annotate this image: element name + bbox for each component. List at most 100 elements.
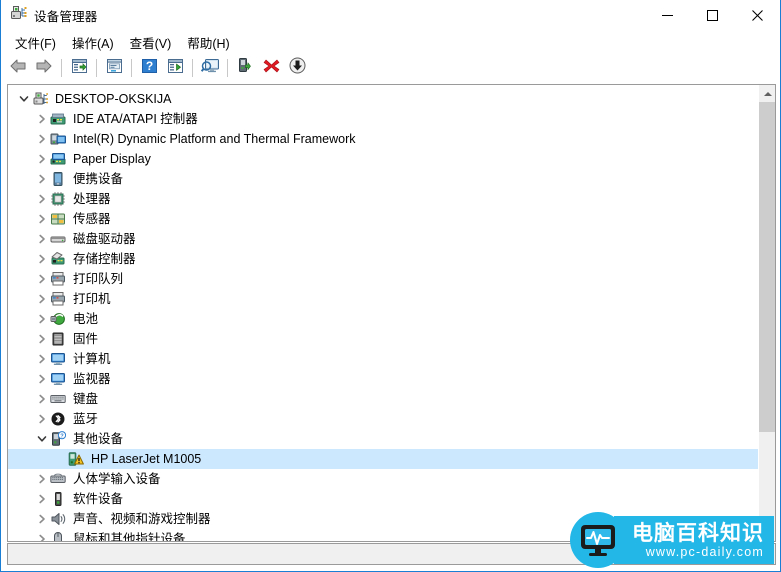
chevron-right-icon[interactable]	[34, 151, 50, 167]
tree-row[interactable]: 声音、视频和游戏控制器	[8, 509, 758, 529]
chevron-right-icon[interactable]	[34, 371, 50, 387]
chevron-right-icon[interactable]	[34, 231, 50, 247]
chevron-right-icon[interactable]	[34, 291, 50, 307]
menu-file[interactable]: 文件(F)	[7, 31, 64, 54]
tree-row-label: 打印机	[73, 292, 111, 306]
add-device-icon	[237, 57, 254, 79]
tree-row[interactable]: 打印队列	[8, 269, 758, 289]
menu-bar: 文件(F) 操作(A) 查看(V) 帮助(H)	[1, 31, 780, 53]
tree-row[interactable]: Intel(R) Dynamic Platform and Thermal Fr…	[8, 129, 758, 149]
menu-action[interactable]: 操作(A)	[64, 31, 122, 54]
thermal-framework-icon	[50, 131, 66, 147]
update-driver-button[interactable]	[101, 56, 127, 80]
toolbar-separator	[96, 59, 97, 77]
chevron-right-icon[interactable]	[34, 531, 50, 541]
vertical-scrollbar[interactable]	[758, 85, 775, 541]
toolbar-separator	[192, 59, 193, 77]
close-button[interactable]	[735, 0, 780, 31]
tree-panel: DESKTOP-OKSKIJA IDE ATA/ATAPI 控制器 Intel(R)…	[7, 84, 776, 542]
tree-row[interactable]: 键盘	[8, 389, 758, 409]
chevron-right-icon[interactable]	[34, 351, 50, 367]
tree-row-label: 人体学输入设备	[73, 472, 161, 486]
tree-row[interactable]: 便携设备	[8, 169, 758, 189]
scrollbar-up-button[interactable]	[759, 85, 775, 102]
firmware-icon	[50, 331, 66, 347]
chevron-down-icon[interactable]	[16, 91, 32, 107]
chevron-right-icon[interactable]	[34, 191, 50, 207]
tree-row[interactable]: 处理器	[8, 189, 758, 209]
chevron-right-icon[interactable]	[34, 271, 50, 287]
tree-row-label: 磁盘驱动器	[73, 232, 136, 246]
tree-row[interactable]: Paper Display	[8, 149, 758, 169]
print-queue-icon	[50, 271, 66, 287]
tree-row[interactable]: 计算机	[8, 349, 758, 369]
tree-root-row[interactable]: DESKTOP-OKSKIJA	[8, 89, 758, 109]
tree-row[interactable]: 鼠标和其他指针设备	[8, 529, 758, 541]
chevron-right-icon[interactable]	[34, 311, 50, 327]
minimize-button[interactable]	[645, 0, 690, 31]
help-button[interactable]: ?	[136, 56, 162, 80]
show-hidden-icon	[167, 58, 184, 79]
arrow-right-icon	[35, 58, 53, 79]
chevron-right-icon[interactable]	[34, 491, 50, 507]
forward-button[interactable]	[31, 56, 57, 80]
svg-text:?: ?	[60, 433, 64, 439]
tree-row[interactable]: IDE ATA/ATAPI 控制器	[8, 109, 758, 129]
add-legacy-hardware-button[interactable]	[232, 56, 258, 80]
computer-icon	[50, 351, 66, 367]
chevron-right-icon[interactable]	[34, 111, 50, 127]
tree-row[interactable]: ? 其他设备	[8, 429, 758, 449]
tree-row[interactable]: HP LaserJet M1005	[8, 449, 758, 469]
tree-row[interactable]: 打印机	[8, 289, 758, 309]
tree-row[interactable]: 蓝牙	[8, 409, 758, 429]
menu-view[interactable]: 查看(V)	[122, 31, 180, 54]
tree-row-label: 声音、视频和游戏控制器	[73, 512, 211, 526]
chevron-right-icon[interactable]	[34, 511, 50, 527]
other-devices-icon: ?	[50, 431, 66, 447]
keyboard-icon	[50, 391, 66, 407]
show-hidden-devices-button[interactable]	[162, 56, 188, 80]
tree-row[interactable]: 监视器	[8, 369, 758, 389]
scan-hardware-changes-button[interactable]	[197, 56, 223, 80]
properties-button[interactable]	[66, 56, 92, 80]
tree-row[interactable]: 电池	[8, 309, 758, 329]
maximize-button[interactable]	[690, 0, 735, 31]
chevron-right-icon[interactable]	[34, 131, 50, 147]
arrow-left-icon	[9, 58, 27, 79]
chevron-down-icon[interactable]	[34, 431, 50, 447]
chevron-right-icon[interactable]	[34, 391, 50, 407]
tree-row[interactable]: 固件	[8, 329, 758, 349]
menu-help[interactable]: 帮助(H)	[179, 31, 237, 54]
device-manager-window: 设备管理器 文件(F) 操作(A) 查看(V) 帮助(H) ? DESKTOP-…	[0, 0, 781, 572]
tree-row[interactable]: 软件设备	[8, 489, 758, 509]
uninstall-device-button[interactable]	[258, 56, 284, 80]
tree-row[interactable]: 存储控制器	[8, 249, 758, 269]
computer-root-icon	[32, 91, 48, 107]
chevron-right-icon[interactable]	[34, 471, 50, 487]
ide-controller-icon	[50, 111, 66, 127]
tree-row-label: 打印队列	[73, 272, 124, 286]
tree-row-label: 存储控制器	[73, 252, 136, 266]
tree-row[interactable]: 人体学输入设备	[8, 469, 758, 489]
sound-video-game-icon	[50, 511, 66, 527]
chevron-right-icon[interactable]	[34, 411, 50, 427]
chevron-right-icon[interactable]	[34, 211, 50, 227]
chevron-right-icon[interactable]	[34, 251, 50, 267]
disk-drive-icon	[50, 231, 66, 247]
update-download-button[interactable]	[284, 56, 310, 80]
display-adapter-icon	[50, 151, 66, 167]
scrollbar-thumb[interactable]	[759, 102, 775, 432]
help-icon: ?	[141, 58, 158, 79]
tree-row[interactable]: 磁盘驱动器	[8, 229, 758, 249]
chevron-right-icon[interactable]	[34, 331, 50, 347]
toolbar-separator	[61, 59, 62, 77]
device-tree[interactable]: DESKTOP-OKSKIJA IDE ATA/ATAPI 控制器 Intel(R)…	[8, 85, 758, 541]
tree-row[interactable]: 传感器	[8, 209, 758, 229]
title-bar: 设备管理器	[1, 0, 780, 31]
back-button[interactable]	[5, 56, 31, 80]
scan-monitor-icon	[200, 57, 220, 79]
chevron-right-icon[interactable]	[34, 171, 50, 187]
scrollbar-down-button[interactable]	[759, 524, 775, 541]
toolbar-separator	[227, 59, 228, 77]
no-expander	[52, 451, 68, 467]
